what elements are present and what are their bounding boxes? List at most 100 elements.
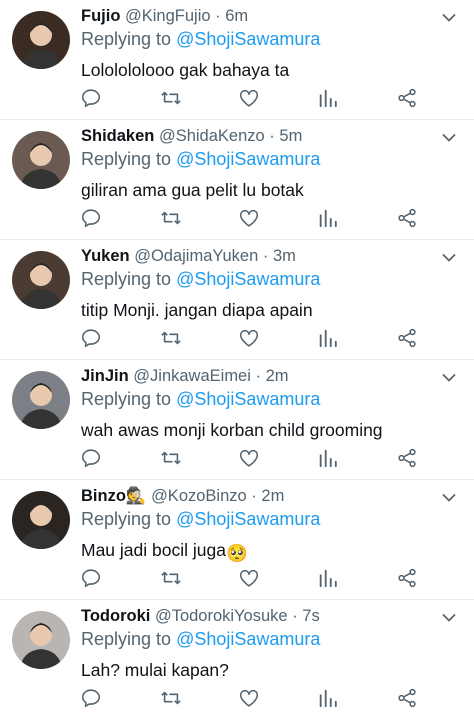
tweet-text: titip Monji. jangan diapa apain — [81, 298, 464, 322]
analytics-icon[interactable] — [317, 87, 339, 109]
retweet-icon[interactable] — [160, 207, 182, 229]
retweet-icon[interactable] — [160, 327, 182, 349]
display-name[interactable]: Shidaken — [81, 127, 154, 145]
replying-to-label: Replying to — [81, 629, 172, 649]
tweet-actions — [80, 447, 420, 471]
tweet-header: Shidaken @ShidaKenzo · 5m — [81, 125, 464, 147]
tweet-text: Lololololooo gak bahaya ta — [81, 58, 464, 82]
tweet-content: JinJin @JinkawaEimei · 2m Replying to @S… — [81, 365, 464, 442]
tweet-header: JinJin @JinkawaEimei · 2m — [81, 365, 464, 387]
share-icon[interactable] — [396, 447, 418, 469]
text-emoji: 🥺 — [225, 543, 248, 563]
replying-to-line: Replying to @ShojiSawamura — [81, 627, 464, 651]
user-handle[interactable]: @KingFujio — [125, 7, 211, 25]
share-icon[interactable] — [396, 327, 418, 349]
avatar[interactable] — [12, 131, 70, 189]
chevron-down-icon[interactable] — [442, 10, 456, 22]
tweet-text: Lah? mulai kapan? — [81, 658, 464, 682]
chevron-down-icon[interactable] — [442, 490, 456, 502]
reply-icon[interactable] — [80, 207, 102, 229]
timestamp[interactable]: 6m — [225, 7, 248, 25]
replying-to-handle[interactable]: @ShojiSawamura — [176, 149, 320, 169]
replying-to-handle[interactable]: @ShojiSawamura — [176, 389, 320, 409]
display-name[interactable]: Yuken — [81, 247, 130, 265]
replying-to-label: Replying to — [81, 509, 172, 529]
tweet[interactable]: Fujio @KingFujio · 6m Replying to @Shoji… — [0, 0, 474, 120]
analytics-icon[interactable] — [317, 567, 339, 589]
tweet[interactable]: Binzo🕵 @KozoBinzo · 2m Replying to @Shoj… — [0, 480, 474, 600]
analytics-icon[interactable] — [317, 687, 339, 709]
user-handle[interactable]: @OdajimaYuken — [134, 247, 258, 265]
tweet[interactable]: Todoroki @TodorokiYosuke · 7s Replying t… — [0, 600, 474, 718]
user-handle[interactable]: @ShidaKenzo — [159, 127, 265, 145]
separator-dot: · — [262, 247, 269, 265]
heart-icon[interactable] — [238, 687, 260, 709]
tweet-content: Yuken @OdajimaYuken · 3m Replying to @Sh… — [81, 245, 464, 322]
share-icon[interactable] — [396, 207, 418, 229]
chevron-down-icon[interactable] — [442, 370, 456, 382]
reply-icon[interactable] — [80, 327, 102, 349]
analytics-icon[interactable] — [317, 207, 339, 229]
separator-dot: · — [269, 127, 275, 145]
heart-icon[interactable] — [238, 567, 260, 589]
tweet-content: Binzo🕵 @KozoBinzo · 2m Replying to @Shoj… — [81, 485, 464, 565]
user-handle[interactable]: @TodorokiYosuke — [155, 607, 288, 625]
retweet-icon[interactable] — [160, 567, 182, 589]
tweet[interactable]: Shidaken @ShidaKenzo · 5m Replying to @S… — [0, 120, 474, 240]
tweet-content: Shidaken @ShidaKenzo · 5m Replying to @S… — [81, 125, 464, 202]
timestamp[interactable]: 5m — [279, 127, 302, 145]
display-name[interactable]: Fujio — [81, 7, 120, 25]
tweet-content: Fujio @KingFujio · 6m Replying to @Shoji… — [81, 5, 464, 82]
analytics-icon[interactable] — [317, 327, 339, 349]
timestamp[interactable]: 3m — [273, 247, 296, 265]
reply-feed: Fujio @KingFujio · 6m Replying to @Shoji… — [0, 0, 474, 718]
tweet-actions — [80, 207, 420, 231]
tweet[interactable]: JinJin @JinkawaEimei · 2m Replying to @S… — [0, 360, 474, 480]
share-icon[interactable] — [396, 87, 418, 109]
user-handle[interactable]: @KozoBinzo — [151, 487, 247, 505]
reply-icon[interactable] — [80, 87, 102, 109]
replying-to-handle[interactable]: @ShojiSawamura — [176, 629, 320, 649]
analytics-icon[interactable] — [317, 447, 339, 469]
reply-icon[interactable] — [80, 447, 102, 469]
tweet-text: Mau jadi bocil juga🥺 — [81, 538, 464, 565]
timestamp[interactable]: 2m — [261, 487, 284, 505]
avatar[interactable] — [12, 371, 70, 429]
heart-icon[interactable] — [238, 447, 260, 469]
share-icon[interactable] — [396, 687, 418, 709]
replying-to-handle[interactable]: @ShojiSawamura — [176, 269, 320, 289]
replying-to-line: Replying to @ShojiSawamura — [81, 267, 464, 291]
tweet-content: Todoroki @TodorokiYosuke · 7s Replying t… — [81, 605, 464, 682]
replying-to-handle[interactable]: @ShojiSawamura — [176, 29, 320, 49]
user-handle[interactable]: @JinkawaEimei — [133, 367, 251, 385]
retweet-icon[interactable] — [160, 87, 182, 109]
retweet-icon[interactable] — [160, 447, 182, 469]
chevron-down-icon[interactable] — [442, 610, 456, 622]
replying-to-handle[interactable]: @ShojiSawamura — [176, 509, 320, 529]
display-name[interactable]: Binzo — [81, 487, 126, 505]
replying-to-line: Replying to @ShojiSawamura — [81, 147, 464, 171]
chevron-down-icon[interactable] — [442, 130, 456, 142]
heart-icon[interactable] — [238, 327, 260, 349]
tweet-text-content: Mau jadi bocil juga — [81, 540, 226, 560]
tweet[interactable]: Yuken @OdajimaYuken · 3m Replying to @Sh… — [0, 240, 474, 360]
avatar[interactable] — [12, 491, 70, 549]
avatar[interactable] — [12, 611, 70, 669]
retweet-icon[interactable] — [160, 687, 182, 709]
display-name[interactable]: JinJin — [81, 367, 129, 385]
chevron-down-icon[interactable] — [442, 250, 456, 262]
share-icon[interactable] — [396, 567, 418, 589]
reply-icon[interactable] — [80, 567, 102, 589]
tweet-actions — [80, 687, 420, 711]
display-name[interactable]: Todoroki — [81, 607, 150, 625]
tweet-text-content: Lah? mulai kapan? — [81, 660, 229, 680]
avatar[interactable] — [12, 251, 70, 309]
timestamp[interactable]: 2m — [266, 367, 289, 385]
heart-icon[interactable] — [238, 207, 260, 229]
separator-dot: · — [215, 7, 221, 25]
heart-icon[interactable] — [238, 87, 260, 109]
avatar[interactable] — [12, 11, 70, 69]
timestamp[interactable]: 7s — [302, 607, 319, 625]
replying-to-label: Replying to — [81, 269, 172, 289]
reply-icon[interactable] — [80, 687, 102, 709]
